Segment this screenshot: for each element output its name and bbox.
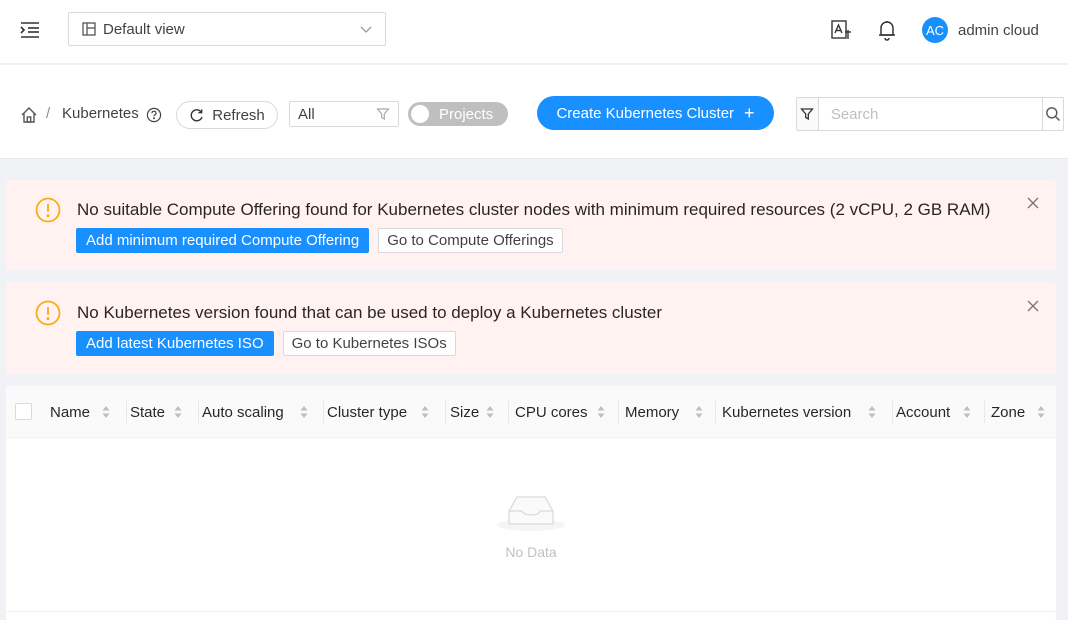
- plus-icon: +: [744, 103, 755, 123]
- column-header-cluster-type[interactable]: Cluster type: [327, 386, 445, 438]
- compute-offering-alert: No suitable Compute Offering found for K…: [6, 180, 1056, 270]
- user-name: admin cloud: [958, 21, 1039, 39]
- sort-icon: [1037, 404, 1045, 420]
- search-group: [796, 97, 1064, 131]
- column-divider: [618, 401, 619, 423]
- question-circle-icon[interactable]: [146, 107, 162, 123]
- filter-select-value: All: [298, 105, 315, 123]
- sort-icon: [421, 404, 429, 420]
- sort-icon: [868, 404, 876, 420]
- view-selector[interactable]: Default view: [68, 12, 386, 46]
- avatar: AC: [922, 17, 948, 43]
- projects-toggle-label: Projects: [439, 106, 494, 123]
- search-input[interactable]: [817, 97, 1043, 131]
- alert-message: No Kubernetes version found that can be …: [77, 303, 662, 322]
- select-all-checkbox[interactable]: [15, 403, 32, 420]
- column-header-account[interactable]: Account: [896, 386, 984, 438]
- refresh-label: Refresh: [212, 106, 265, 124]
- alert-message: No suitable Compute Offering found for K…: [77, 200, 991, 219]
- sort-icon: [597, 404, 605, 420]
- projects-toggle[interactable]: Projects: [408, 102, 508, 126]
- filter-icon: [800, 108, 815, 121]
- refresh-button[interactable]: Refresh: [176, 101, 278, 129]
- page-title: Kubernetes: [62, 105, 139, 122]
- alert-actions: Add latest Kubernetes ISO Go to Kubernet…: [76, 331, 456, 356]
- add-kubernetes-iso-button[interactable]: Add latest Kubernetes ISO: [76, 331, 274, 356]
- column-header-size[interactable]: Size: [450, 386, 508, 438]
- exclamation-circle-icon: [35, 197, 61, 223]
- menu-fold-icon[interactable]: [18, 18, 42, 42]
- sort-icon: [963, 404, 971, 420]
- column-divider: [445, 401, 446, 423]
- toggle-knob: [411, 105, 429, 123]
- kubernetes-version-alert: No Kubernetes version found that can be …: [6, 283, 1056, 374]
- column-divider: [984, 401, 985, 423]
- column-header-name[interactable]: Name: [50, 386, 126, 438]
- view-selector-value: Default view: [103, 20, 185, 38]
- layout-icon: [81, 21, 97, 37]
- create-kubernetes-cluster-button[interactable]: Create Kubernetes Cluster +: [537, 96, 774, 130]
- go-to-kubernetes-isos-button[interactable]: Go to Kubernetes ISOs: [282, 331, 456, 356]
- table-empty-state: No Data: [6, 438, 1056, 610]
- column-header-kubernetes-version[interactable]: Kubernetes version: [722, 386, 892, 438]
- close-icon[interactable]: [1026, 299, 1040, 313]
- column-divider: [508, 401, 509, 423]
- filter-icon: [376, 107, 390, 121]
- user-menu[interactable]: AC admin cloud: [922, 16, 1039, 44]
- search-icon: [1046, 107, 1060, 121]
- top-header: Default view AC admin cloud: [0, 0, 1068, 64]
- create-label: Create Kubernetes Cluster: [556, 104, 735, 122]
- sort-icon: [486, 404, 494, 420]
- column-header-cpu-cores[interactable]: CPU cores: [515, 386, 618, 438]
- sort-icon: [300, 404, 308, 420]
- column-header-memory[interactable]: Memory: [625, 386, 715, 438]
- empty-text: No Data: [505, 544, 557, 560]
- page-toolbar: / Kubernetes Refresh All Projects Create…: [0, 65, 1068, 159]
- column-divider: [892, 401, 893, 423]
- home-icon[interactable]: [20, 106, 38, 124]
- add-compute-offering-button[interactable]: Add minimum required Compute Offering: [76, 228, 370, 253]
- column-divider: [323, 401, 324, 423]
- filter-select[interactable]: All: [289, 101, 399, 127]
- chevron-down-icon: [359, 22, 373, 36]
- close-icon[interactable]: [1026, 196, 1040, 210]
- sort-icon: [102, 404, 110, 420]
- column-header-auto-scaling[interactable]: Auto scaling: [202, 386, 323, 438]
- table-header: Name State Auto scaling Cluster type Siz…: [6, 386, 1056, 438]
- column-divider: [126, 401, 127, 423]
- empty-inbox-icon: [496, 483, 566, 533]
- search-filter-button[interactable]: [796, 97, 818, 131]
- sort-icon: [695, 404, 703, 420]
- column-header-state[interactable]: State: [130, 386, 198, 438]
- reload-icon: [189, 108, 204, 123]
- go-to-compute-offerings-button[interactable]: Go to Compute Offerings: [378, 228, 563, 253]
- table-divider: [6, 611, 1056, 612]
- column-divider: [715, 401, 716, 423]
- alert-actions: Add minimum required Compute Offering Go…: [76, 228, 563, 253]
- breadcrumb-separator: /: [46, 105, 51, 122]
- column-divider: [198, 401, 199, 423]
- sort-icon: [174, 404, 182, 420]
- column-header-zone[interactable]: Zone: [991, 386, 1053, 438]
- exclamation-circle-icon: [35, 300, 61, 326]
- translate-icon[interactable]: [829, 18, 853, 42]
- bell-icon[interactable]: [875, 18, 899, 42]
- search-button[interactable]: [1042, 97, 1064, 131]
- clusters-table: Name State Auto scaling Cluster type Siz…: [6, 386, 1056, 620]
